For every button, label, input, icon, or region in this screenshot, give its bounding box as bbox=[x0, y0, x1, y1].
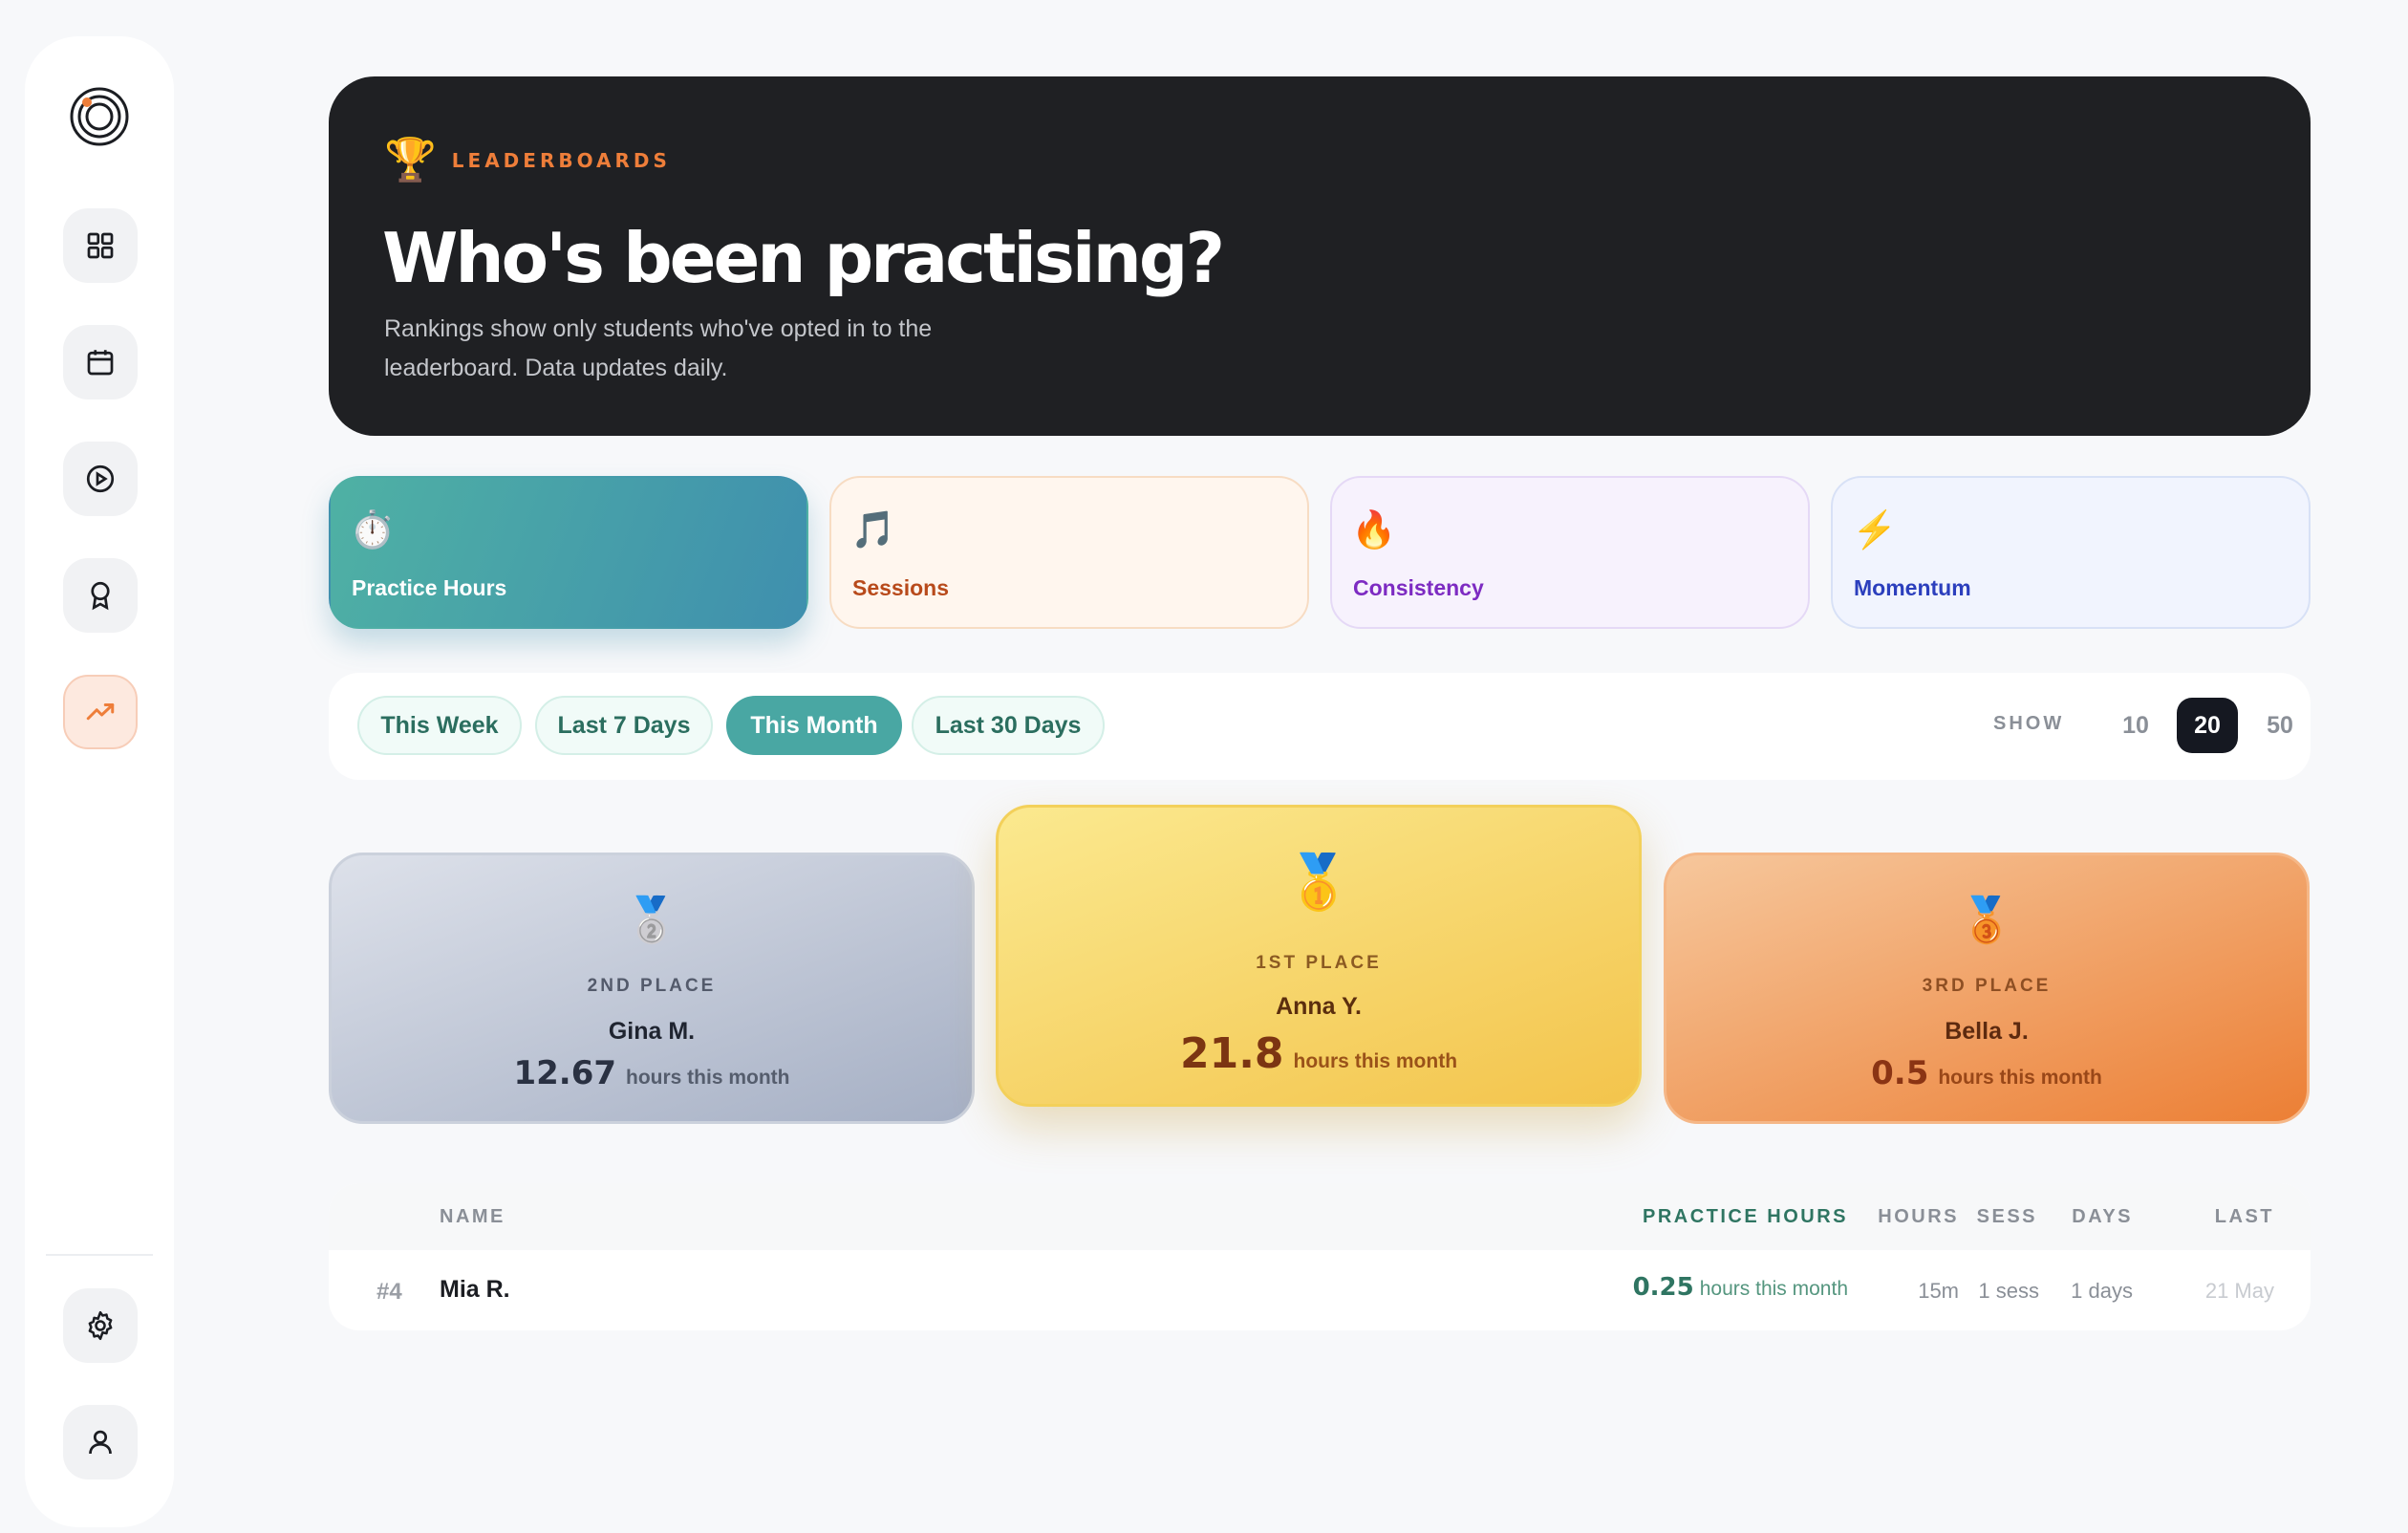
bronze-medal-icon: 🥉 bbox=[1959, 895, 2014, 944]
category-momentum[interactable]: ⚡ Momentum bbox=[1831, 476, 2311, 629]
play-circle-icon bbox=[86, 464, 115, 493]
podium-third-place[interactable]: 🥉 3RD PLACE Bella J. 0.5 hours this mont… bbox=[1664, 853, 2310, 1124]
row-score-unit: hours this month bbox=[1699, 1278, 1848, 1300]
column-header-practice-hours[interactable]: PRACTICE HOURS bbox=[1643, 1206, 1848, 1228]
stopwatch-icon: ⏱️ bbox=[350, 510, 396, 551]
hero-banner: 🏆 LEADERBOARDS Who's been practising? Ra… bbox=[329, 76, 2311, 436]
sidebar-item-play[interactable] bbox=[63, 442, 138, 516]
sidebar-item-profile[interactable] bbox=[63, 1405, 138, 1479]
period-last-30-days[interactable]: Last 30 Days bbox=[912, 696, 1105, 755]
table-header: NAME PRACTICE HOURS HOURS SESS DAYS LAST bbox=[329, 1183, 2311, 1250]
row-days: 1 days bbox=[2071, 1279, 2133, 1303]
column-header-name[interactable]: NAME bbox=[440, 1206, 505, 1228]
sidebar-item-settings[interactable] bbox=[63, 1288, 138, 1363]
column-header-sess[interactable]: SESS bbox=[1977, 1206, 2037, 1228]
silver-medal-icon: 🥈 bbox=[624, 895, 679, 944]
student-name: Bella J. bbox=[1945, 1018, 2029, 1045]
filter-bar: This Week Last 7 Days This Month Last 30… bbox=[329, 673, 2311, 780]
row-score-value: 0.25 bbox=[1632, 1273, 1694, 1302]
show-option-50[interactable]: 50 bbox=[2249, 698, 2311, 753]
category-practice-hours[interactable]: ⏱️ Practice Hours bbox=[329, 476, 808, 629]
row-sess: 1 sess bbox=[1978, 1279, 2039, 1303]
period-last-7-days[interactable]: Last 7 Days bbox=[535, 696, 713, 755]
score-unit: hours this month bbox=[1293, 1050, 1458, 1072]
place-label: 2ND PLACE bbox=[587, 976, 717, 996]
hero-eyebrow-label: LEADERBOARDS bbox=[451, 149, 671, 172]
score-value: 12.67 bbox=[513, 1054, 617, 1092]
score-unit: hours this month bbox=[1938, 1067, 2102, 1089]
show-label: SHOW bbox=[1993, 713, 2065, 734]
page-subtitle: Rankings show only students who've opted… bbox=[384, 315, 933, 381]
gear-icon bbox=[88, 1310, 113, 1341]
user-icon bbox=[89, 1430, 112, 1455]
column-header-days[interactable]: DAYS bbox=[2072, 1206, 2133, 1228]
category-consistency[interactable]: 🔥 Consistency bbox=[1330, 476, 1810, 629]
row-name: Mia R. bbox=[440, 1276, 510, 1303]
category-label: Sessions bbox=[852, 575, 949, 600]
place-label: 3RD PLACE bbox=[1922, 976, 2052, 996]
lightning-icon: ⚡ bbox=[1852, 510, 1898, 551]
trending-up-icon bbox=[86, 703, 115, 721]
award-icon bbox=[91, 581, 110, 611]
logo-icon[interactable] bbox=[69, 86, 130, 147]
calendar-icon bbox=[87, 350, 114, 376]
score-unit: hours this month bbox=[626, 1067, 790, 1089]
score-value: 0.5 bbox=[1871, 1054, 1929, 1092]
podium-first-place[interactable]: 🥇 1ST PLACE Anna Y. 21.8 hours this mont… bbox=[996, 805, 1642, 1107]
sidebar bbox=[25, 36, 174, 1527]
row-last: 21 May bbox=[2204, 1279, 2274, 1303]
podium-second-place[interactable]: 🥈 2ND PLACE Gina M. 12.67 hours this mon… bbox=[329, 853, 975, 1124]
place-label: 1ST PLACE bbox=[1256, 953, 1382, 973]
score: 12.67 hours this month bbox=[332, 1054, 972, 1092]
hero-eyebrow: 🏆 LEADERBOARDS bbox=[384, 140, 671, 182]
category-label: Consistency bbox=[1353, 575, 1484, 600]
column-header-last[interactable]: LAST bbox=[2215, 1206, 2274, 1228]
gold-medal-icon: 🥇 bbox=[1285, 852, 1352, 912]
page-title: Who's been practising? bbox=[382, 218, 1225, 298]
sidebar-item-dashboard[interactable] bbox=[63, 208, 138, 283]
sidebar-item-leaderboards[interactable] bbox=[63, 675, 138, 749]
row-hours: 15m bbox=[1918, 1279, 1959, 1303]
category-label: Practice Hours bbox=[352, 575, 507, 600]
music-note-icon: 🎵 bbox=[850, 510, 896, 551]
rankings-table: NAME PRACTICE HOURS HOURS SESS DAYS LAST… bbox=[329, 1183, 2311, 1330]
show-option-10[interactable]: 10 bbox=[2105, 698, 2166, 753]
sidebar-item-calendar[interactable] bbox=[63, 325, 138, 399]
category-sessions[interactable]: 🎵 Sessions bbox=[829, 476, 1309, 629]
row-rank: #4 bbox=[376, 1279, 402, 1305]
show-option-20[interactable]: 20 bbox=[2177, 698, 2238, 753]
sidebar-divider bbox=[46, 1254, 153, 1256]
grid-icon bbox=[87, 232, 114, 259]
sidebar-item-awards[interactable] bbox=[63, 558, 138, 633]
row-practice-hours: 0.25 hours this month bbox=[1633, 1273, 1848, 1302]
category-label: Momentum bbox=[1854, 575, 1971, 600]
score: 21.8 hours this month bbox=[999, 1029, 1639, 1078]
column-header-hours[interactable]: HOURS bbox=[1878, 1206, 1959, 1228]
student-name: Gina M. bbox=[608, 1018, 696, 1045]
score: 0.5 hours this month bbox=[1666, 1054, 2307, 1092]
fire-icon: 🔥 bbox=[1351, 510, 1397, 551]
period-this-month[interactable]: This Month bbox=[726, 696, 902, 755]
score-value: 21.8 bbox=[1179, 1029, 1284, 1078]
student-name: Anna Y. bbox=[1276, 993, 1362, 1020]
period-this-week[interactable]: This Week bbox=[357, 696, 522, 755]
trophy-icon: 🏆 bbox=[384, 137, 437, 184]
